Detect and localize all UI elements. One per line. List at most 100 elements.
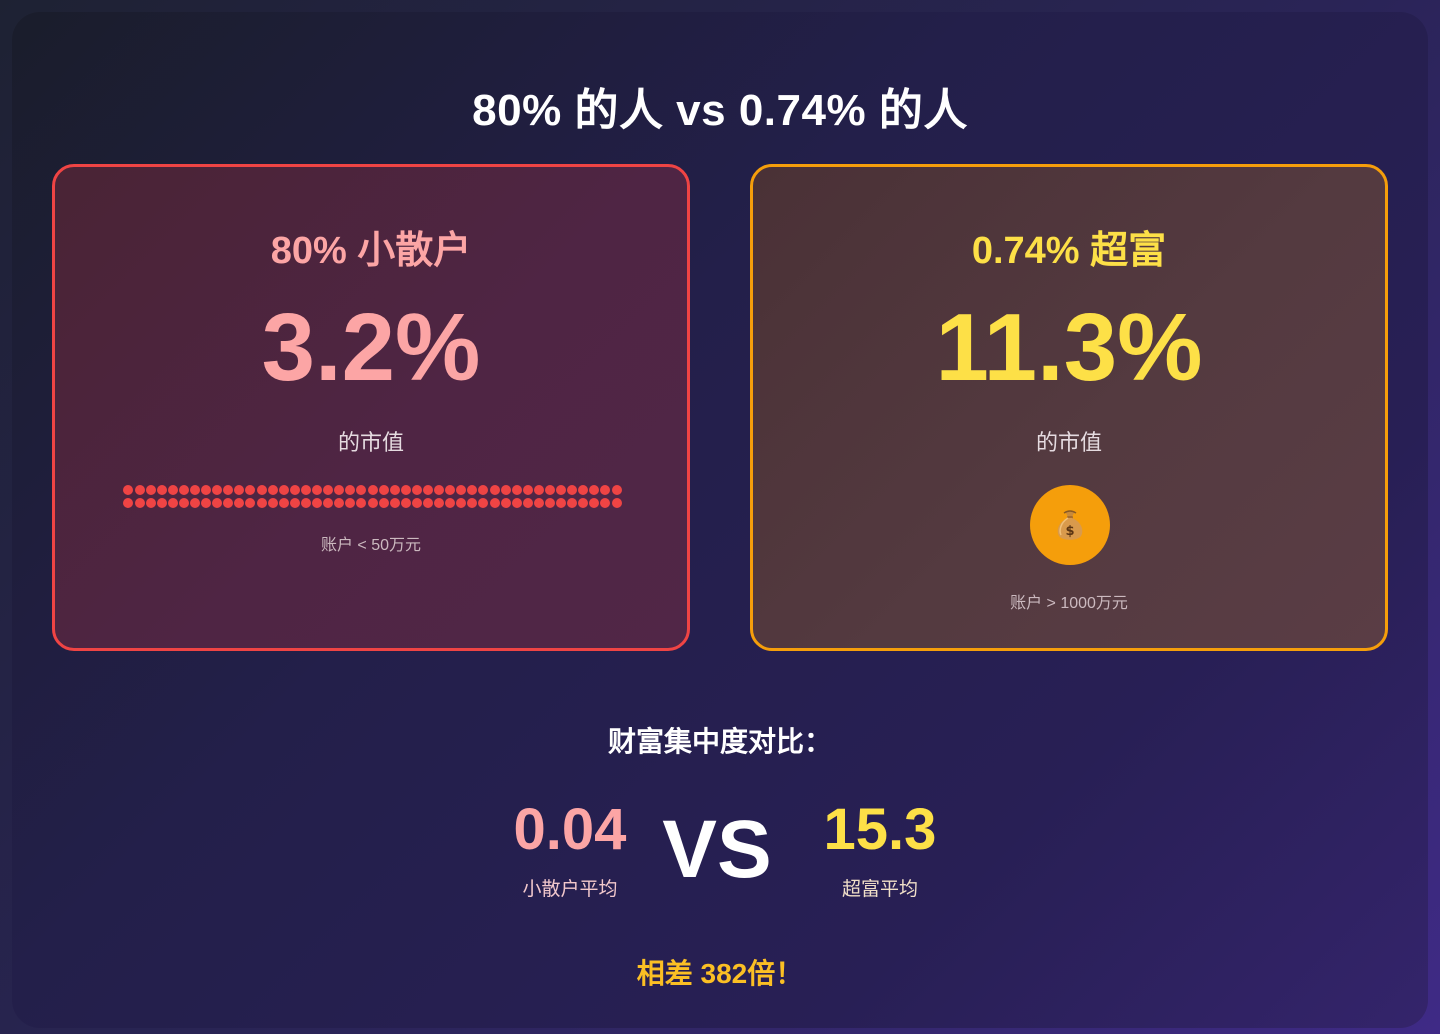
person-dot [156, 498, 167, 508]
person-dot [378, 498, 389, 508]
person-dot [522, 485, 533, 495]
difference-summary: 相差 382倍！ [636, 958, 804, 989]
person-dot [456, 485, 467, 495]
person-dot [289, 498, 300, 508]
person-dot [400, 498, 411, 508]
person-dot [289, 485, 300, 495]
person-dot [589, 485, 600, 495]
person-dot [500, 498, 511, 508]
person-dot [267, 485, 278, 495]
person-dot [467, 485, 478, 495]
person-dot [411, 485, 422, 495]
person-dot [178, 498, 189, 508]
wealthy-average-label: 超富平均 [841, 879, 918, 900]
person-dot [400, 485, 411, 495]
person-dot [245, 498, 256, 508]
person-dot [201, 485, 212, 495]
person-dot [367, 498, 378, 508]
page-title: 80% 的人 vs 0.74% 的人 [472, 86, 968, 135]
retail-average-stat: 0.04 小散户平均 [490, 798, 650, 901]
person-dot [300, 498, 311, 508]
wealthy-average-stat: 15.3 超富平均 [800, 798, 960, 901]
person-dot [511, 498, 522, 508]
person-dot [323, 485, 334, 495]
person-dot [190, 485, 200, 495]
person-dot [334, 498, 345, 508]
person-dot [234, 485, 245, 495]
person-dot [134, 485, 145, 495]
wealthy-card-title: 0.74% 超富 [971, 230, 1167, 272]
retail-account-note: 账户 < 50万元 [320, 537, 422, 554]
retail-investor-card: 80% 小散户 3.2% 的市值 账户 < 50万元 [52, 164, 690, 651]
person-dot [467, 498, 478, 508]
person-dot [445, 485, 456, 495]
person-dot [489, 485, 500, 495]
person-dot [522, 498, 533, 508]
person-dot [345, 498, 356, 508]
wealthy-market-share: 11.3% [935, 294, 1203, 401]
person-dot [611, 485, 622, 495]
person-dot [422, 485, 433, 495]
person-dot [556, 485, 567, 495]
person-dot [212, 498, 223, 508]
person-dot [178, 485, 189, 495]
person-dot [445, 498, 456, 508]
person-dot [478, 498, 489, 508]
person-dot [345, 485, 356, 495]
retail-average-value: 0.04 [513, 797, 627, 862]
person-dot [300, 485, 311, 495]
person-dot [600, 485, 611, 495]
person-dot [611, 498, 622, 508]
retail-card-title: 80% 小散户 [270, 230, 472, 272]
person-dot [212, 485, 223, 495]
wealthy-average-value: 15.3 [823, 797, 937, 862]
retail-people-dots [123, 485, 622, 511]
person-dot [356, 485, 367, 495]
retail-market-label: 的市值 [337, 430, 404, 455]
person-dot [245, 485, 256, 495]
person-dot [145, 485, 156, 495]
person-dot [533, 498, 544, 508]
person-dot [167, 485, 178, 495]
person-dot [533, 485, 544, 495]
person-dot [367, 485, 378, 495]
person-dot [545, 485, 555, 495]
wealthy-investor-card: 0.74% 超富 11.3% 的市值 $ 账户 > 1000万元 [750, 164, 1388, 651]
person-dot [356, 498, 367, 508]
person-dot [389, 485, 400, 495]
retail-market-share: 3.2% [261, 294, 481, 401]
wealthy-account-note: 账户 > 1000万元 [1010, 595, 1128, 612]
main-panel: 80% 的人 vs 0.74% 的人 80% 小散户 3.2% 的市值 账户 <… [12, 12, 1428, 1028]
person-dot [567, 485, 578, 495]
person-dot [123, 485, 134, 495]
retail-average-label: 小散户平均 [522, 879, 618, 900]
vs-label: VS [662, 804, 772, 895]
person-dot [489, 498, 500, 508]
person-dot [312, 498, 323, 508]
person-dot [156, 485, 167, 495]
person-dot [511, 485, 522, 495]
person-dot [312, 485, 323, 495]
person-dot [323, 498, 334, 508]
person-dot [134, 498, 145, 508]
person-dot [556, 498, 567, 508]
person-dot [234, 498, 245, 508]
person-dot [256, 485, 267, 495]
person-dot [278, 485, 289, 495]
wealthy-market-label: 的市值 [1035, 430, 1102, 455]
person-dot [267, 498, 278, 508]
person-dot [256, 498, 267, 508]
person-dot [278, 498, 289, 508]
person-dot [223, 485, 234, 495]
person-dot [378, 485, 389, 495]
person-dot [123, 498, 134, 508]
svg-text:$: $ [1065, 524, 1074, 539]
person-dot [434, 485, 445, 495]
person-dot [422, 498, 433, 508]
person-dot [578, 498, 589, 508]
person-dot [190, 498, 200, 508]
person-dot [167, 498, 178, 508]
person-dot [456, 498, 467, 508]
person-dot [478, 485, 489, 495]
person-dot [589, 498, 600, 508]
